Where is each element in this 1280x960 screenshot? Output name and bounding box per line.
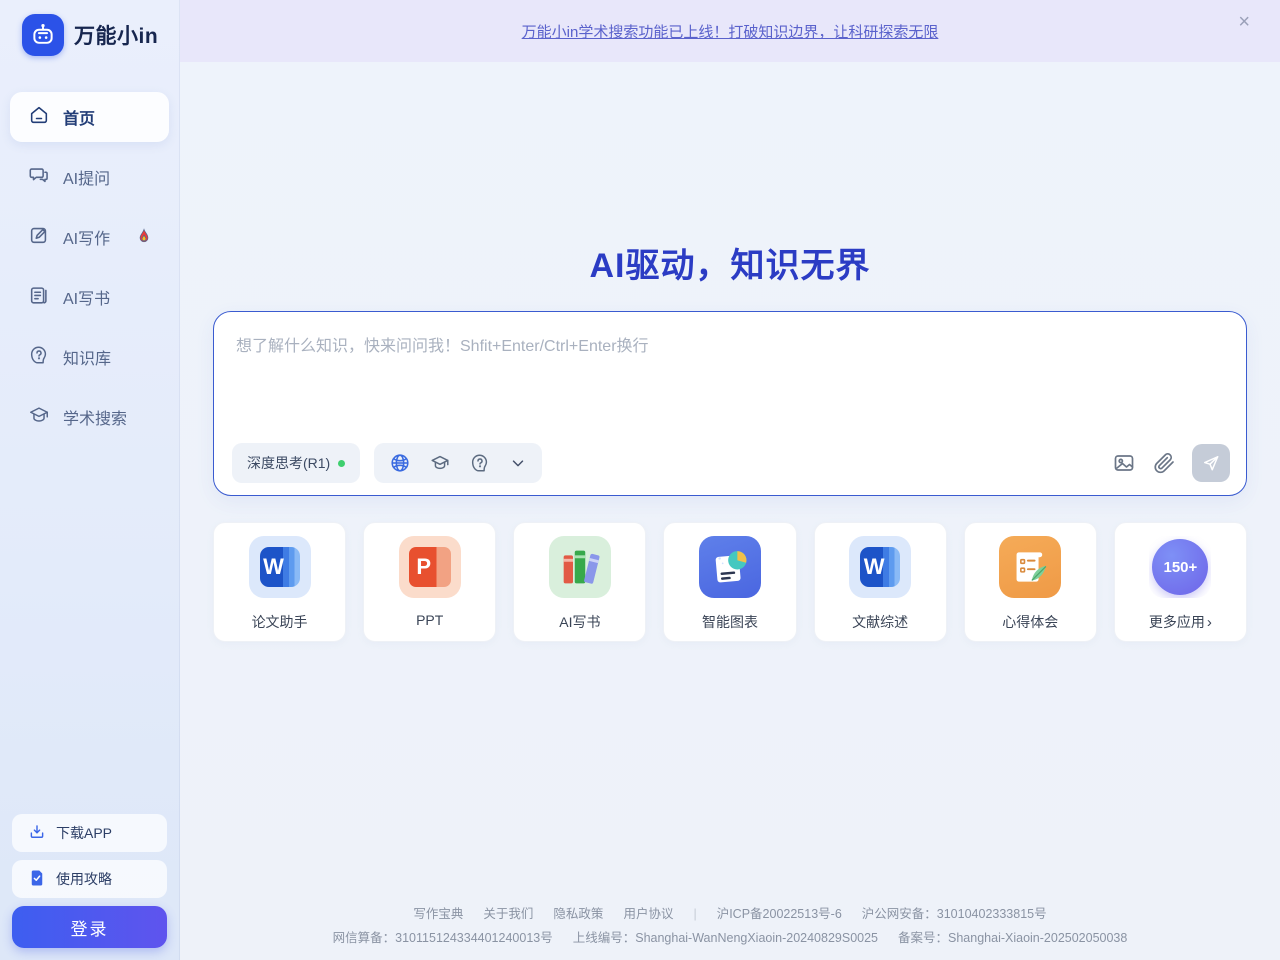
book-icon [28, 284, 50, 311]
download-app-label: 下载APP [56, 825, 113, 841]
word-doc-icon: W [248, 536, 311, 598]
sidebar-item-label: AI写作 [63, 231, 111, 248]
sidebar-item-label: 知识库 [63, 351, 112, 368]
paperclip-icon[interactable] [1152, 451, 1176, 475]
deep-think-label: 深度思考(R1) [247, 455, 331, 471]
home-icon [28, 104, 50, 131]
sidebar-item-home[interactable]: 首页 [10, 92, 169, 142]
send-button[interactable] [1192, 444, 1230, 482]
books-icon [548, 536, 611, 598]
main-content: 万能小in学术搜索功能已上线！打破知识边界，让科研探索无限 × AI驱动，知识无… [180, 0, 1280, 960]
sidebar-item-ai-writing[interactable]: AI写作 [10, 212, 169, 262]
online-dot-icon [338, 459, 346, 467]
user-guide-label: 使用攻略 [56, 871, 112, 887]
download-icon [28, 823, 46, 844]
question-input[interactable] [214, 312, 1246, 412]
footer-police-record-link[interactable]: 沪公网安备：31010402333815号 [862, 902, 1047, 926]
sidebar: 万能小in 首页 AI提问 AI写作 AI写书 知识库 学术搜索 下载APP 使… [0, 0, 180, 960]
app-label: AI写书 [559, 614, 601, 630]
footer-link-writing-treasury[interactable]: 写作宝典 [413, 902, 463, 926]
academic-cap-icon [28, 404, 50, 431]
think-head-icon[interactable] [469, 452, 491, 474]
app-shortcuts: W 论文助手 P PPT AI写书 智能图表 W 文献综述 心得体会 150+ … [213, 522, 1247, 642]
app-label: 更多应用 › [1149, 612, 1212, 632]
chevron-right-icon: › [1206, 613, 1212, 631]
brand-name: 万能小in [74, 25, 159, 48]
app-label: 智能图表 [701, 614, 758, 630]
app-label: 论文助手 [251, 614, 308, 630]
footer-link-about-us[interactable]: 关于我们 [483, 902, 533, 926]
sidebar-bottom: 下载APP 使用攻略 登录 [12, 814, 167, 948]
composer-tools-group [374, 443, 543, 483]
more-apps-label: 更多应用 [1148, 614, 1205, 630]
brand[interactable]: 万能小in [0, 0, 179, 56]
app-card-smart-chart[interactable]: 智能图表 [663, 522, 797, 642]
footer-icp-link[interactable]: 沪ICP备20022513号-6 [717, 902, 842, 926]
app-label: 心得体会 [1002, 614, 1059, 630]
footer: 写作宝典 关于我们 隐私政策 用户协议 | 沪ICP备20022513号-6 沪… [180, 902, 1280, 950]
app-label: PPT [416, 612, 444, 628]
sidebar-nav: 首页 AI提问 AI写作 AI写书 知识库 学术搜索 [0, 56, 179, 442]
word-letter: W [259, 547, 300, 587]
word-letter: W [860, 547, 901, 587]
sidebar-item-ai-ask[interactable]: AI提问 [10, 152, 169, 202]
chart-icon [698, 536, 761, 598]
sidebar-item-academic-search[interactable]: 学术搜索 [10, 392, 169, 442]
app-label: 文献综述 [852, 614, 909, 630]
footer-link-privacy-policy[interactable]: 隐私政策 [553, 902, 603, 926]
chevron-down-icon[interactable] [509, 454, 527, 472]
edit-icon [28, 224, 50, 251]
hot-flame-icon [135, 228, 153, 246]
announcement-link[interactable]: 万能小in学术搜索功能已上线！打破知识边界，让科研探索无限 [522, 21, 939, 42]
sidebar-item-label: 学术搜索 [63, 411, 128, 428]
academic-cap-icon[interactable] [429, 452, 451, 474]
deep-think-mode-button[interactable]: 深度思考(R1) [232, 443, 361, 483]
footer-link-user-agreement[interactable]: 用户协议 [623, 902, 673, 926]
more-apps-badge: 150+ [1149, 536, 1211, 598]
download-app-button[interactable]: 下载APP [12, 814, 167, 852]
image-upload-icon[interactable] [1112, 451, 1136, 475]
footer-record-number: 备案号：Shanghai-Xiaoin-202502050038 [898, 931, 1128, 945]
login-button[interactable]: 登录 [12, 906, 167, 948]
sidebar-item-label: 首页 [63, 111, 96, 128]
sidebar-item-ai-book[interactable]: AI写书 [10, 272, 169, 322]
close-icon[interactable]: × [1238, 12, 1250, 32]
knowledge-icon [28, 344, 50, 371]
app-card-ai-book[interactable]: AI写书 [513, 522, 647, 642]
sidebar-item-label: AI提问 [63, 171, 111, 188]
footer-record-row: 网信算备：310115124334401240013号 上线编号：Shangha… [180, 926, 1280, 950]
footer-online-number: 上线编号：Shanghai-WanNengXiaoin-20240829S002… [572, 931, 879, 945]
app-card-literature-review[interactable]: W 文献综述 [813, 522, 947, 642]
app-card-ppt[interactable]: P PPT [363, 522, 497, 642]
app-card-reflections[interactable]: 心得体会 [963, 522, 1097, 642]
ppt-icon: P [398, 536, 461, 598]
app-card-paper-assistant[interactable]: W 论文助手 [213, 522, 347, 642]
sidebar-item-label: AI写书 [63, 291, 111, 308]
chat-composer: 深度思考(R1) [213, 311, 1247, 496]
page-title: AI驱动，知识无界 [589, 247, 871, 285]
composer-actions [1112, 444, 1230, 482]
robot-logo-icon [22, 14, 64, 56]
composer-toolbar: 深度思考(R1) [232, 443, 1230, 483]
ppt-letter: P [408, 547, 451, 587]
user-guide-button[interactable]: 使用攻略 [12, 860, 167, 898]
guide-doc-icon [28, 869, 46, 890]
globe-icon[interactable] [389, 452, 411, 474]
notes-scroll-icon [999, 536, 1062, 598]
count-badge: 150+ [1152, 539, 1209, 595]
chat-icon [28, 164, 50, 191]
app-card-more-apps[interactable]: 150+ 更多应用 › [1113, 522, 1247, 642]
announcement-banner: 万能小in学术搜索功能已上线！打破知识边界，让科研探索无限 × [180, 0, 1280, 62]
footer-separator: | [693, 907, 697, 921]
footer-links-row: 写作宝典 关于我们 隐私政策 用户协议 | 沪ICP备20022513号-6 沪… [180, 902, 1280, 926]
footer-netinfo-record: 网信算备：310115124334401240013号 [332, 931, 553, 945]
word-doc-icon: W [849, 536, 912, 598]
sidebar-item-knowledge-base[interactable]: 知识库 [10, 332, 169, 382]
